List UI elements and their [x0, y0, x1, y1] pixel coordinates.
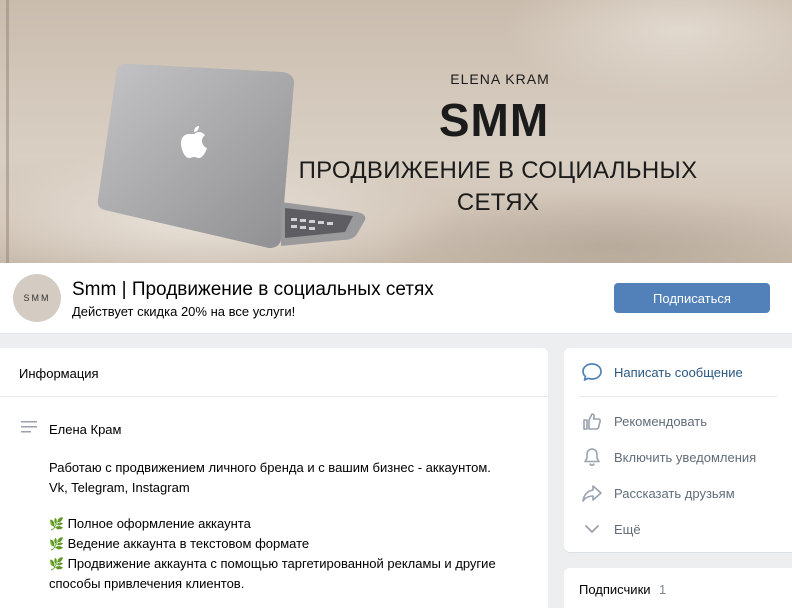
- info-header: Информация: [0, 348, 548, 397]
- cover-subtitle: ELENA KRAM: [450, 71, 550, 87]
- recommend-label: Рекомендовать: [614, 414, 707, 429]
- chevron-down-icon: [585, 525, 599, 533]
- cover-title: SMM: [438, 94, 550, 146]
- share-button[interactable]: Рассказать друзьям: [564, 478, 792, 508]
- more-label: Ещё: [614, 522, 641, 537]
- group-header: SMM Smm | Продвижение в социальных сетях…: [0, 263, 792, 334]
- services-list: 🌿 Полное оформление аккаунта 🌿 Ведение а…: [49, 514, 539, 594]
- like-icon: [583, 413, 602, 430]
- cover-tagline-line1: ПРОДВИЖЕНИЕ В СОЦИАЛЬНЫХ: [298, 157, 698, 184]
- group-status: Действует скидка 20% на все услуги!: [72, 304, 296, 319]
- author-name: Елена Крам: [49, 422, 122, 437]
- share-label: Рассказать друзьям: [614, 486, 735, 501]
- message-button[interactable]: Написать сообщение: [564, 357, 792, 387]
- subscribe-button[interactable]: Подписаться: [614, 283, 770, 313]
- leaf-icon: 🌿: [49, 557, 64, 571]
- share-icon: [582, 485, 602, 502]
- pole-decoration: [6, 0, 9, 263]
- list-item: 🌿 Продвижение аккаунта с помощью таргети…: [49, 556, 496, 591]
- notifications-button[interactable]: Включить уведомления: [564, 442, 792, 472]
- subscribers-count: 1: [659, 582, 667, 597]
- avatar-text: SMM: [23, 293, 51, 303]
- lines-icon: [21, 421, 37, 433]
- group-name: Smm | Продвижение в социальных сетях: [72, 279, 434, 300]
- bell-icon: [584, 448, 600, 467]
- leaf-icon: 🌿: [49, 517, 64, 531]
- subscribers-card[interactable]: Подписчики 1: [564, 568, 792, 608]
- subscribers-title: Подписчики: [579, 582, 651, 597]
- avatar[interactable]: SMM: [13, 274, 61, 322]
- message-icon: [582, 363, 602, 381]
- notifications-label: Включить уведомления: [614, 450, 757, 465]
- cover-tagline-line2: СЕТЯХ: [456, 189, 540, 216]
- leaf-icon: 🌿: [49, 537, 64, 551]
- description-line: Vk, Telegram, Instagram: [49, 480, 190, 495]
- list-item: 🌿 Полное оформление аккаунта: [49, 516, 251, 531]
- divider: [579, 396, 777, 397]
- description-line: Работаю с продвижением личного бренда и …: [49, 460, 491, 475]
- message-label: Написать сообщение: [614, 365, 743, 380]
- cover-tagline: ПРОДВИЖЕНИЕ В СОЦИАЛЬНЫХ СЕТЯХ: [296, 155, 700, 219]
- recommend-button[interactable]: Рекомендовать: [564, 406, 792, 436]
- actions-card: Написать сообщение Рекомендовать Включит…: [564, 348, 792, 552]
- description-paragraph: Работаю с продвижением личного бренда и …: [49, 458, 539, 498]
- list-item: 🌿 Ведение аккаунта в текстовом формате: [49, 536, 310, 551]
- info-title: Информация: [19, 366, 99, 381]
- cover-image: ELENA KRAM SMM ПРОДВИЖЕНИЕ В СОЦИАЛЬНЫХ …: [0, 0, 792, 263]
- more-button[interactable]: Ещё: [564, 514, 792, 544]
